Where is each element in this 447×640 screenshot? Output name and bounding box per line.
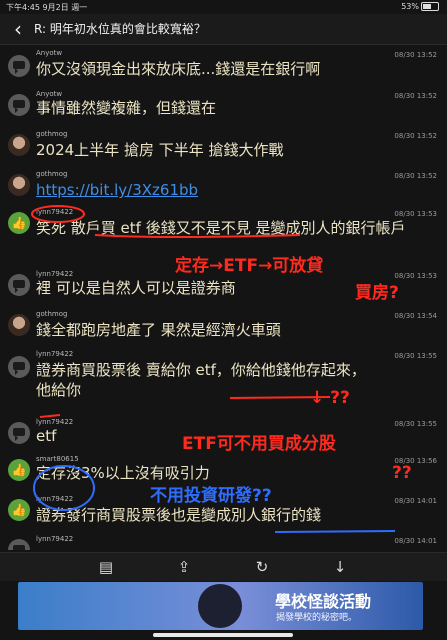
blue-circle-mark: [33, 465, 95, 511]
red-underline: [39, 414, 61, 418]
ad-banner[interactable]: 學校怪談活動 揭發學校的秘密吧。: [18, 582, 423, 630]
home-indicator[interactable]: [153, 633, 293, 637]
message-list[interactable]: Anyotw 08/30 13:52 你又沒領現金出來放床底...錢還是在銀行啊…: [0, 45, 447, 550]
status-bar: 下午4:45 9月2日 週一 53%: [0, 0, 447, 14]
comment-icon[interactable]: ▤: [96, 557, 116, 577]
handwriting-overlay: [31, 205, 396, 533]
blue-underline: [274, 530, 396, 533]
red-underline: [229, 396, 331, 399]
page-title: R: 明年初水位真的會比較寬裕？: [34, 22, 206, 36]
share-icon[interactable]: ⇪: [174, 557, 194, 577]
ad-title: 學校怪談活動: [274, 592, 371, 611]
red-circle-mark: [31, 205, 85, 223]
status-time-date: 下午4:45 9月2日 週一: [6, 3, 88, 12]
battery-percent: 53%: [401, 2, 419, 11]
ad-character-image: [198, 584, 242, 628]
red-underline: [94, 234, 301, 238]
bottom-toolbar: ▤ ⇪ ↻ ↓: [0, 552, 447, 581]
header-bar: ‹ R: 明年初水位真的會比較寬裕？: [0, 14, 447, 45]
battery-icon: [421, 2, 439, 11]
ad-subtitle: 揭發學校的秘密吧。: [275, 613, 357, 623]
status-right: 53%: [401, 2, 439, 11]
download-icon[interactable]: ↓: [330, 557, 350, 577]
refresh-icon[interactable]: ↻: [252, 557, 272, 577]
back-chevron-icon[interactable]: ‹: [8, 17, 28, 41]
